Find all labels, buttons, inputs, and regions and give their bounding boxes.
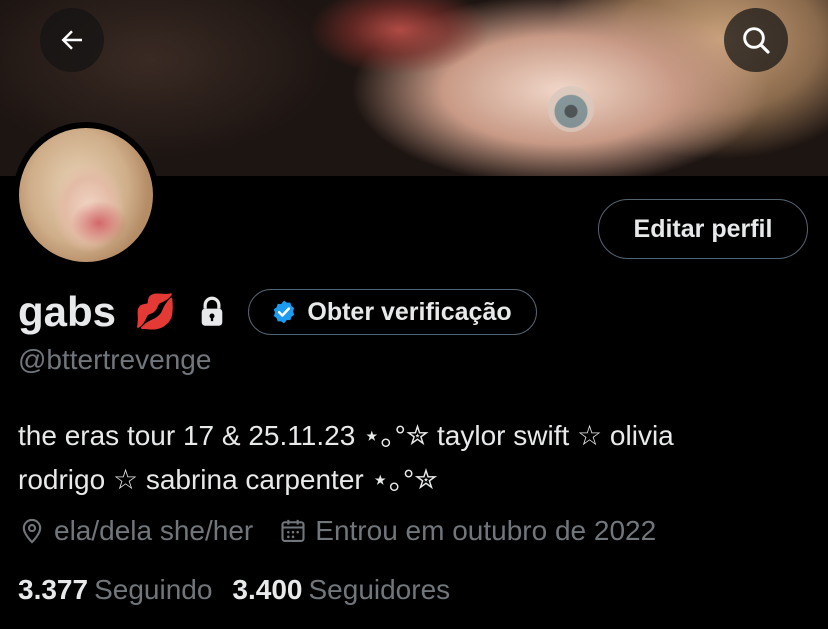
back-button[interactable] <box>40 8 104 72</box>
arrow-left-icon <box>61 30 82 50</box>
username-handle: @bttertrevenge <box>18 344 212 375</box>
banner-photo-detail <box>548 86 594 132</box>
followers-label: Seguidores <box>308 574 451 605</box>
bio-line: the eras tour 17 & 25.11.23 ⋆｡°✮ taylor … <box>18 420 674 451</box>
lock-icon <box>202 296 223 326</box>
pronouns-text: ela/dela she/her <box>54 515 254 546</box>
following-link[interactable]: 3.377 Seguindo <box>18 574 212 606</box>
following-count: 3.377 <box>18 574 89 605</box>
display-name: gabs <box>18 288 117 335</box>
follow-stats: 3.377 Seguindo 3.400 Seguidores <box>18 570 450 610</box>
search-button[interactable] <box>724 8 788 72</box>
join-date-item: Entrou em outubro de 2022 <box>279 515 656 547</box>
verified-badge-icon <box>274 300 295 324</box>
calendar-icon <box>281 519 305 542</box>
avatar-photo <box>19 128 153 262</box>
get-verified-button[interactable]: Obter verificação <box>248 289 537 335</box>
profile-meta: ela/dela she/her Entrou em outubro de 20… <box>18 511 656 551</box>
edit-profile-button[interactable]: Editar perfil <box>598 199 808 259</box>
avatar[interactable] <box>13 122 159 268</box>
profile-bio: the eras tour 17 & 25.11.23 ⋆｡°✮ taylor … <box>18 414 818 502</box>
pronouns-item: ela/dela she/her <box>18 515 253 547</box>
profile-name-row: gabs 💋 Obter verificação <box>18 284 537 340</box>
kiss-emoji-icon: 💋 <box>134 293 177 331</box>
location-pin-icon <box>22 518 42 544</box>
get-verified-label: Obter verificação <box>307 297 512 326</box>
join-date-text: Entrou em outubro de 2022 <box>315 515 657 546</box>
bio-line: rodrigo ☆ sabrina carpenter ⋆｡°✮ <box>18 464 438 495</box>
search-icon <box>743 27 770 54</box>
following-label: Seguindo <box>94 574 213 605</box>
followers-link[interactable]: 3.400 Seguidores <box>232 574 450 606</box>
followers-count: 3.400 <box>232 574 303 605</box>
